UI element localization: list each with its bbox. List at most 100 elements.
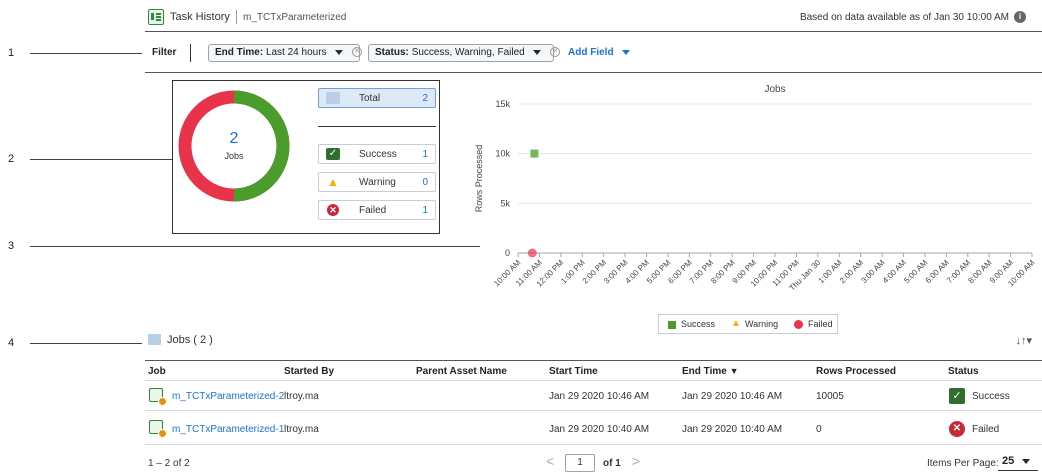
- success-label: Success: [359, 149, 397, 160]
- rows-processed: 0: [816, 424, 822, 435]
- success-point: [530, 149, 539, 158]
- end-time: Jan 29 2020 10:40 AM: [682, 424, 783, 435]
- start-time: Jan 29 2020 10:46 AM: [549, 391, 650, 402]
- y-tick-label: 15k: [495, 99, 510, 109]
- end-time-filter-chip[interactable]: End Time: Last 24 hours ✕: [208, 44, 363, 62]
- y-tick-label: 5k: [500, 198, 510, 208]
- prev-page-icon[interactable]: <: [546, 453, 554, 469]
- callout-1-line: [30, 53, 142, 54]
- total-count: 2: [422, 93, 428, 104]
- chevron-down-icon: [1022, 458, 1031, 464]
- col-started-by[interactable]: Started By: [284, 366, 334, 377]
- warning-icon: ▲: [327, 175, 339, 189]
- legend-success-marker: [668, 321, 676, 329]
- donut-label: Jobs: [224, 151, 244, 161]
- failed-count: 1: [422, 205, 428, 216]
- success-check-icon: ✓: [949, 388, 965, 404]
- failed-point: [527, 248, 537, 258]
- header-divider: [145, 31, 1042, 32]
- info-icon[interactable]: i: [1014, 11, 1026, 23]
- data-as-of-note: Based on data available as of Jan 30 10:…: [799, 12, 1009, 23]
- header-bottom-line: [145, 380, 1042, 381]
- jobs-icon: [148, 334, 161, 345]
- add-field-button[interactable]: Add Field: [568, 47, 631, 58]
- mapping-task-icon: [149, 420, 167, 438]
- success-filter[interactable]: ✓ Success 1: [318, 144, 436, 164]
- items-per-page-label: Items Per Page:: [927, 458, 999, 469]
- chip-key: Status:: [375, 47, 409, 58]
- pager-range: 1 – 2 of 2: [148, 458, 190, 469]
- y-tick-label: 10k: [495, 149, 510, 159]
- warning-label: Warning: [359, 177, 396, 188]
- legend-failed-label: Failed: [808, 319, 833, 329]
- filter-divider-line: [145, 72, 1042, 73]
- end-time: Jan 29 2020 10:46 AM: [682, 391, 783, 402]
- page-count: of 1: [603, 458, 621, 469]
- chip-value: Last 24 hours: [265, 47, 327, 58]
- chart-title: Jobs: [764, 84, 785, 95]
- y-tick-label: 0: [505, 248, 510, 258]
- failed-x-icon: ✕: [949, 421, 965, 437]
- chip-key: End Time:: [215, 47, 264, 58]
- callout-3: 3: [8, 240, 15, 252]
- table-top-line: [145, 360, 1042, 361]
- title-divider: [236, 10, 237, 24]
- task-history-icon: [148, 9, 164, 25]
- jobs-icon: [326, 92, 340, 104]
- chart-legend: Success ▲ Warning Failed: [658, 314, 838, 334]
- status-text: Failed: [972, 424, 1000, 435]
- col-end-time-label: End Time: [682, 366, 727, 377]
- status-filter-chip[interactable]: Status: Success, Warning, Failed ✕: [368, 44, 561, 62]
- success-check-icon: ✓: [326, 148, 340, 160]
- clear-icon[interactable]: ✕: [352, 47, 363, 58]
- items-per-page-select[interactable]: 25: [998, 453, 1038, 471]
- started-by: ltroy.ma: [284, 391, 319, 402]
- rows-processed: 10005: [816, 391, 844, 402]
- legend-warning-label: Warning: [745, 319, 779, 329]
- sort-desc-icon: ▼: [729, 366, 739, 376]
- failed-label: Failed: [359, 205, 387, 216]
- task-name: m_TCTxParameterized: [243, 12, 347, 23]
- total-filter[interactable]: Total 2: [318, 88, 436, 108]
- jobs-title: Jobs ( 2 ): [167, 334, 213, 346]
- items-per-page-value: 25: [1002, 455, 1015, 467]
- col-job[interactable]: Job: [148, 366, 166, 377]
- callout-4-line: [30, 343, 142, 344]
- col-start-time[interactable]: Start Time: [549, 366, 598, 377]
- sort-icon[interactable]: ↓↑▾: [1015, 334, 1032, 347]
- legend-failed-marker: [794, 320, 803, 329]
- row-divider: [145, 410, 1042, 411]
- chevron-down-icon[interactable]: [335, 49, 344, 55]
- chevron-down-icon: [622, 49, 631, 55]
- success-count: 1: [422, 149, 428, 160]
- jobs-chart: JobsRows Processed05k10k15k10:00 AM11:00…: [474, 84, 1037, 293]
- clear-icon[interactable]: ✕: [550, 47, 561, 58]
- donut-count: 2: [229, 130, 239, 147]
- warning-filter[interactable]: ▲ Warning 0: [318, 172, 436, 192]
- row-divider: [145, 444, 1042, 445]
- filter-divider: [190, 44, 191, 62]
- page-input[interactable]: 1: [565, 454, 595, 472]
- warning-count: 0: [422, 177, 428, 188]
- page-title: Task History: [170, 11, 230, 23]
- legend-success-label: Success: [681, 319, 716, 329]
- summary-divider: [318, 126, 436, 127]
- callout-2-line: [30, 159, 172, 160]
- filter-label: Filter: [152, 47, 177, 58]
- total-label: Total: [359, 93, 381, 104]
- chevron-down-icon[interactable]: [533, 49, 542, 55]
- col-status[interactable]: Status: [948, 366, 979, 377]
- col-rows-processed[interactable]: Rows Processed: [816, 366, 896, 377]
- job-link[interactable]: m_TCTxParameterized-2: [172, 391, 284, 402]
- col-parent-asset[interactable]: Parent Asset Name: [416, 366, 507, 377]
- failed-filter[interactable]: ✕ Failed 1: [318, 200, 436, 220]
- callout-1: 1: [8, 47, 15, 59]
- next-page-icon[interactable]: >: [632, 453, 640, 469]
- add-field-label: Add Field: [568, 47, 614, 58]
- chip-value: Success, Warning, Failed: [411, 47, 525, 58]
- callout-2: 2: [8, 153, 15, 165]
- job-link[interactable]: m_TCTxParameterized-1: [172, 424, 284, 435]
- legend-warning-marker: ▲: [731, 318, 741, 329]
- col-end-time[interactable]: End Time ▼: [682, 366, 739, 377]
- callout-4: 4: [8, 337, 15, 349]
